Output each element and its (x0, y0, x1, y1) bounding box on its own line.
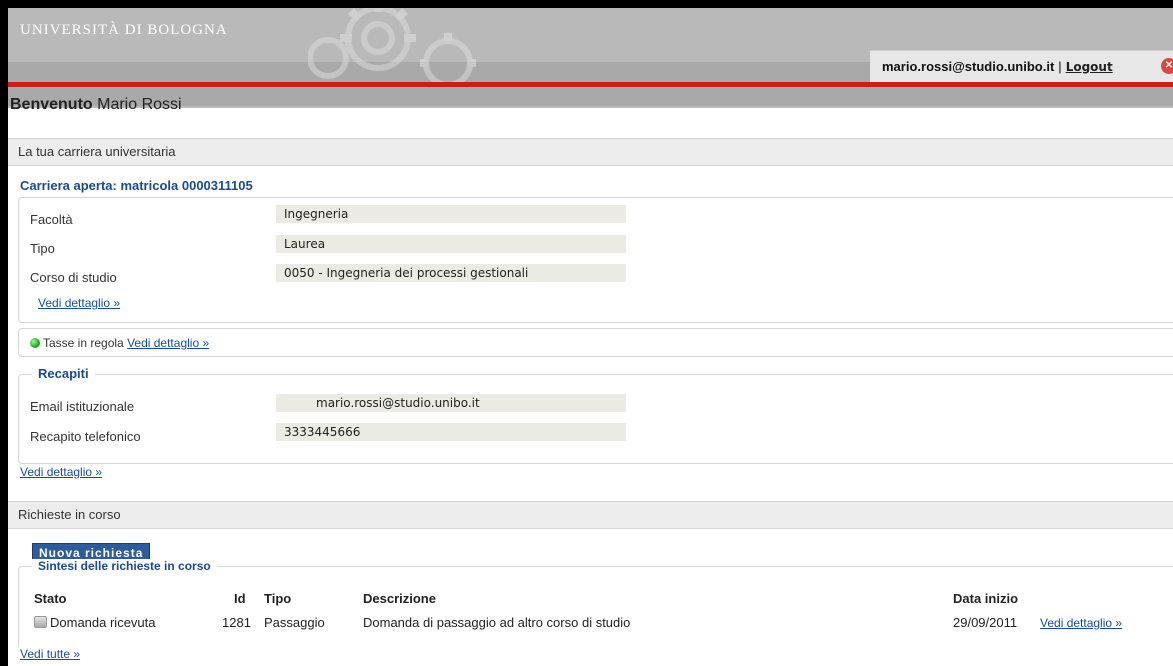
field-label-phone: Recapito telefonico (30, 429, 141, 444)
field-value-corso: 0050 - Ingegneria dei processi gestional… (276, 264, 626, 282)
university-logo-text: UNIVERSITÀ DI BOLOGNA (20, 22, 228, 38)
fees-text: Tasse in regola (43, 336, 124, 350)
welcome-heading: Benvenuto Mario Rossi (10, 96, 182, 114)
fees-status: Tasse in regola Vedi dettaglio » (30, 336, 209, 350)
field-label-corso: Corso di studio (30, 270, 117, 285)
requests-summary-box (18, 566, 1173, 647)
column-header-data-inizio: Data inizio (953, 591, 1019, 606)
header: UNIVERSITÀ DI BOLOGNA mario.rossi@studio… (8, 8, 1173, 108)
contacts-title: Recapiti (32, 366, 95, 381)
field-value-phone: 3333445666 (276, 423, 626, 441)
row-type: Passaggio (264, 615, 325, 630)
field-value-facolta: Ingegneria (276, 205, 626, 223)
logout-link[interactable]: Logout (1066, 60, 1113, 74)
status-icon (34, 616, 47, 628)
column-header-descrizione: Descrizione (363, 591, 436, 606)
field-value-email: mario.rossi@studio.unibo.it (276, 394, 626, 412)
field-label-facolta: Facoltà (30, 212, 73, 227)
row-description: Domanda di passaggio ad altro corso di s… (363, 615, 631, 630)
requests-section-title: Richieste in corso (8, 502, 1173, 529)
page: UNIVERSITÀ DI BOLOGNA mario.rossi@studio… (8, 8, 1173, 666)
user-bar-separator: | (1058, 59, 1062, 74)
user-bar: mario.rossi@studio.unibo.it | Logout ✕ (870, 50, 1173, 82)
field-label-email: Email istituzionale (30, 399, 135, 414)
column-header-id: Id (234, 591, 246, 606)
open-career-title: Carriera aperta: matricola 0000311105 (20, 178, 253, 193)
fees-details-link[interactable]: Vedi dettaglio » (127, 336, 209, 350)
row-status-text: Domanda ricevuta (50, 615, 156, 630)
welcome-prefix: Benvenuto (10, 96, 93, 113)
row-id: 1281 (222, 615, 251, 630)
all-requests-link[interactable]: Vedi tutte » (20, 647, 80, 661)
career-section-title: La tua carriera universitaria (8, 139, 1173, 166)
career-details-link[interactable]: Vedi dettaglio » (38, 296, 120, 310)
contacts-details-link[interactable]: Vedi dettaglio » (20, 465, 102, 479)
contacts-box (18, 374, 1173, 464)
requests-summary-title: Sintesi delle richieste in corso (32, 559, 217, 573)
gears-decoration-icon (308, 8, 476, 86)
field-value-tipo: Laurea (276, 235, 626, 253)
check-ok-icon (30, 338, 40, 348)
welcome-name: Mario Rossi (97, 96, 182, 113)
requests-section: Richieste in corso (8, 501, 1173, 529)
column-header-tipo: Tipo (264, 591, 292, 606)
row-start-date: 29/09/2011 (953, 615, 1018, 630)
row-status: Domanda ricevuta (34, 615, 156, 630)
header-red-line (8, 82, 1173, 87)
user-email: mario.rossi@studio.unibo.it (882, 59, 1055, 74)
field-label-tipo: Tipo (30, 241, 55, 256)
logout-icon[interactable]: ✕ (1161, 58, 1173, 74)
row-details-link[interactable]: Vedi dettaglio » (1040, 616, 1122, 630)
career-section: La tua carriera universitaria (8, 138, 1173, 166)
column-header-stato: Stato (34, 591, 67, 606)
